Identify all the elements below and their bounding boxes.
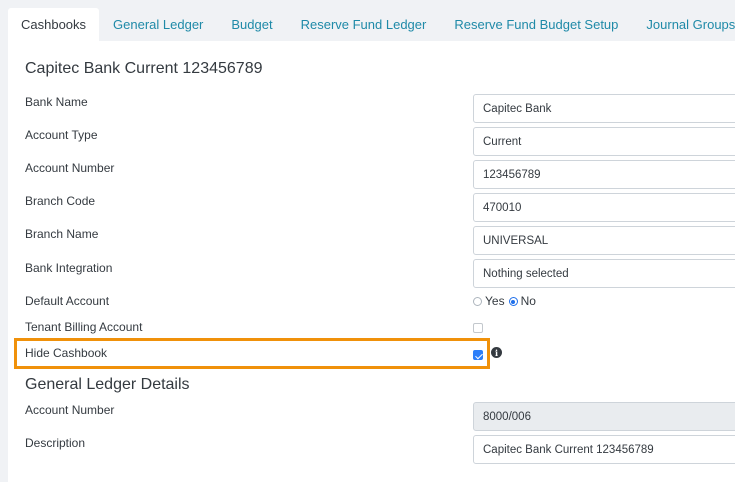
tenant-billing-label: Tenant Billing Account xyxy=(25,320,143,334)
radio-yes-label: Yes xyxy=(485,294,505,308)
gl-description-label: Description xyxy=(25,436,86,450)
tab-reserve-fund-budget-setup[interactable]: Reserve Fund Budget Setup xyxy=(440,8,632,41)
bank-name-label: Bank Name xyxy=(25,95,88,109)
branch-name-label: Branch Name xyxy=(25,227,99,241)
branch-code-field[interactable]: 470010 xyxy=(473,193,735,222)
tab-bar: Cashbooks General Ledger Budget Reserve … xyxy=(8,8,735,41)
account-type-field[interactable]: Current xyxy=(473,127,735,156)
branch-name-field[interactable]: UNIVERSAL xyxy=(473,226,735,255)
gl-details-title: General Ledger Details xyxy=(25,376,190,393)
branch-code-label: Branch Code xyxy=(25,194,96,208)
bank-integration-select[interactable]: Nothing selected xyxy=(473,259,735,288)
tab-reserve-fund-ledger[interactable]: Reserve Fund Ledger xyxy=(287,8,441,41)
radio-yes[interactable] xyxy=(473,297,482,306)
account-type-label: Account Type xyxy=(25,128,98,142)
gl-account-number-label: Account Number xyxy=(25,403,115,417)
tab-general-ledger[interactable]: General Ledger xyxy=(99,8,217,41)
tenant-billing-checkbox[interactable] xyxy=(473,323,483,333)
default-account-yes-option[interactable]: Yes xyxy=(473,294,505,308)
tab-budget[interactable]: Budget xyxy=(217,8,286,41)
gl-description-field[interactable]: Capitec Bank Current 123456789 xyxy=(473,435,735,464)
account-number-field[interactable]: 123456789 xyxy=(473,160,735,189)
tab-cashbooks[interactable]: Cashbooks xyxy=(8,8,100,41)
hide-cashbook-checkbox[interactable] xyxy=(473,350,483,360)
bank-integration-label: Bank Integration xyxy=(25,261,113,275)
radio-no[interactable] xyxy=(508,297,518,306)
account-number-label: Account Number xyxy=(25,161,115,175)
hide-cashbook-label: Hide Cashbook xyxy=(25,346,108,360)
bank-name-field[interactable]: Capitec Bank xyxy=(473,94,735,123)
tab-journal-groups[interactable]: Journal Groups xyxy=(632,8,735,41)
default-account-no-option[interactable]: No xyxy=(508,294,536,308)
radio-no-label: No xyxy=(520,294,536,308)
cashbook-title: Capitec Bank Current 123456789 xyxy=(25,60,263,77)
info-icon[interactable]: i xyxy=(491,347,502,358)
default-account-radio-group: Yes No xyxy=(473,294,540,308)
gl-account-number-field: 8000/006 xyxy=(473,402,735,431)
default-account-label: Default Account xyxy=(25,294,110,308)
